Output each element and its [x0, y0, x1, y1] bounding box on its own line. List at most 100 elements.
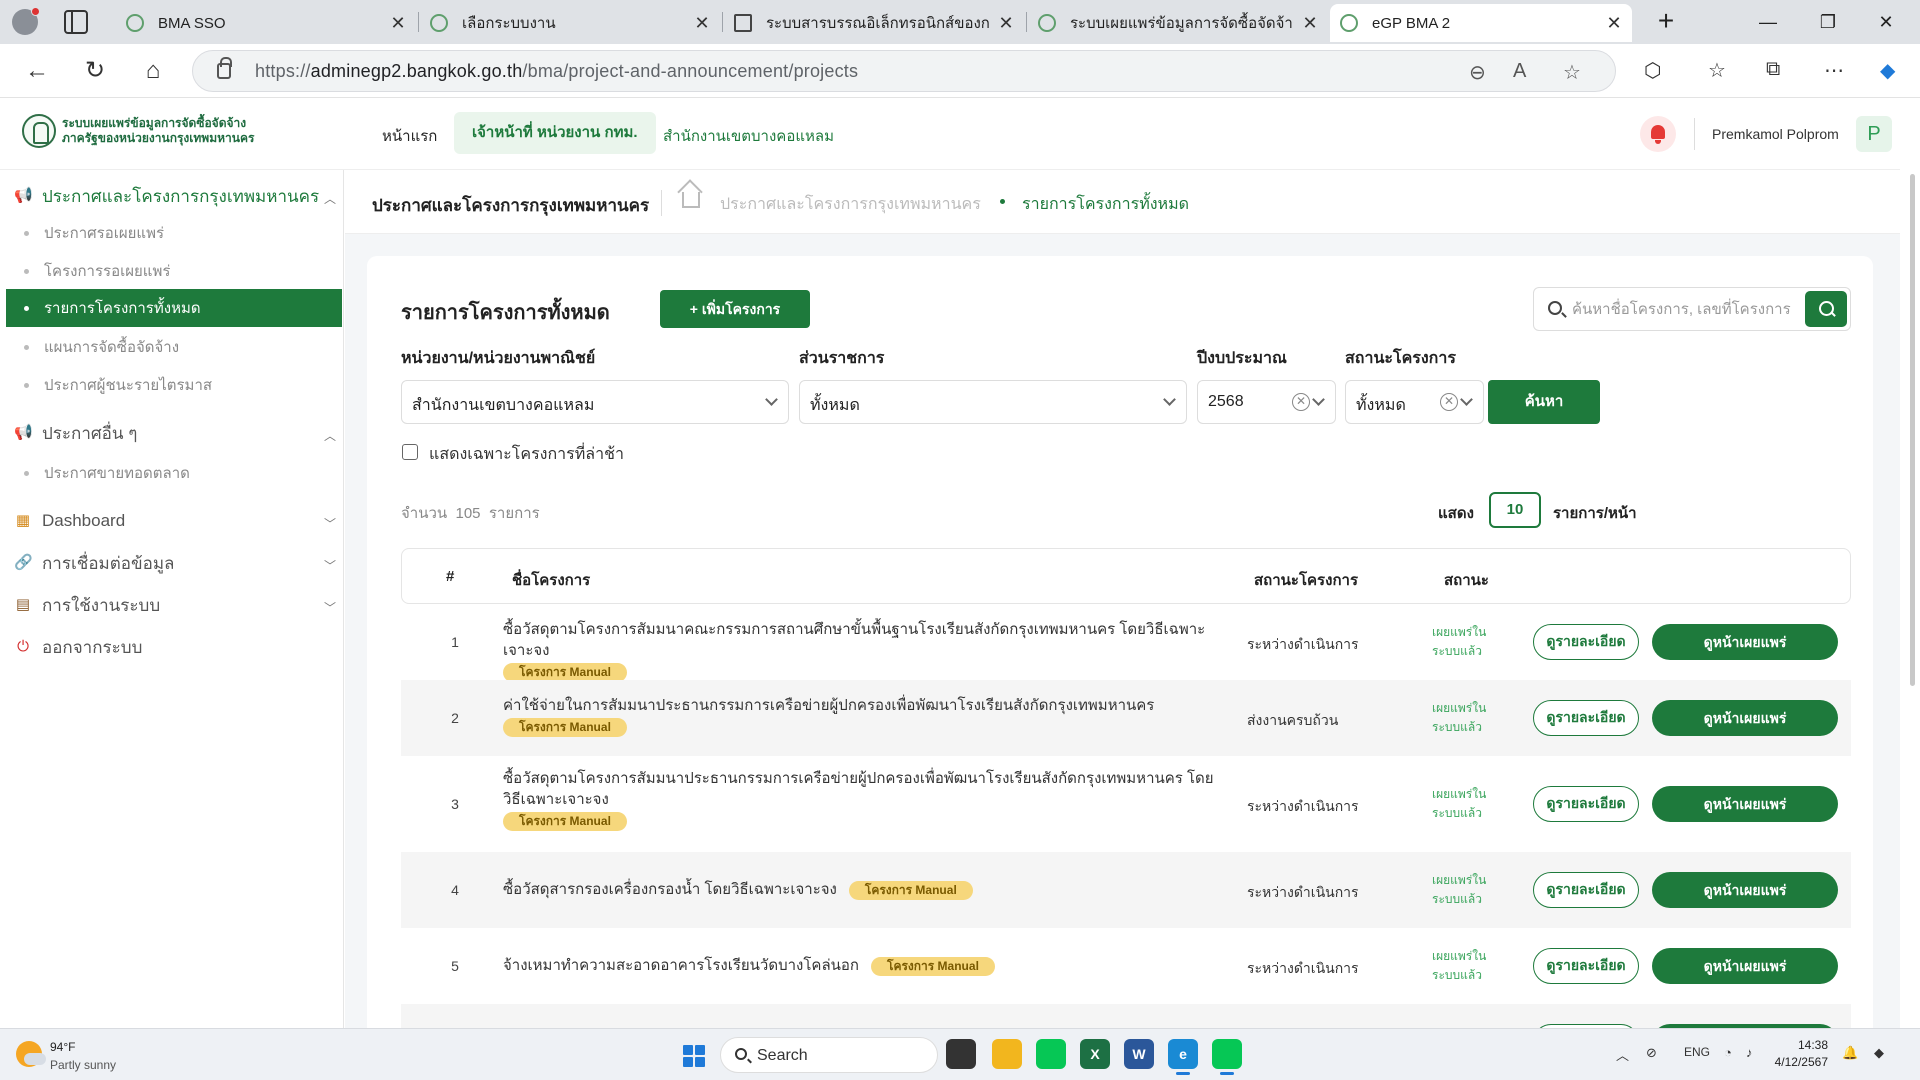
browser-tab-select-system[interactable]: เลือกระบบงาน ✕	[420, 4, 720, 42]
profile-button[interactable]	[8, 6, 42, 38]
late-only-checkbox[interactable]	[402, 444, 418, 460]
breadcrumb-parent[interactable]: ประกาศและโครงการกรุงเทพมหานคร	[720, 192, 981, 217]
weather-desc[interactable]: Partly sunny	[50, 1058, 116, 1072]
sidebar-item-procurement-plan[interactable]: แผนการจัดซื้อจัดจ้าง	[6, 328, 342, 366]
view-details-button[interactable]: ดูรายละเอียด	[1533, 872, 1639, 908]
reload-icon[interactable]: ↻	[80, 56, 110, 86]
sidebar-item-quarterly-winners[interactable]: ประกาศผู้ชนะรายไตรมาส	[6, 366, 342, 404]
sidebar-section-logout[interactable]: ⏻ ออกจากระบบ	[14, 632, 336, 662]
home-icon[interactable]: ⌂	[138, 56, 168, 86]
add-project-button[interactable]: + เพิ่มโครงการ	[660, 290, 810, 328]
page-size-select[interactable]: 10	[1489, 492, 1541, 528]
volume-icon[interactable]: ♪	[1746, 1045, 1753, 1060]
fiscal-year-select[interactable]: 2568 ✕	[1197, 380, 1336, 424]
agency-select[interactable]: สำนักงานเขตบางคอแหลม	[401, 380, 789, 424]
view-published-button[interactable]: ดูหน้าเผยแพร่	[1652, 872, 1838, 908]
tab-actions-icon[interactable]	[64, 10, 88, 34]
nav-office[interactable]: สำนักงานเขตบางคอแหลม	[663, 124, 834, 148]
sidebar-item-pending-projects[interactable]: โครงการรอเผยแพร่	[6, 252, 342, 290]
bell-icon[interactable]	[1640, 116, 1676, 152]
close-window-button[interactable]: ✕	[1866, 6, 1906, 38]
sidebar-item-auction[interactable]: ประกาศขายทอดตลาด	[6, 454, 342, 492]
project-name[interactable]: ซื้อวัสดุตามโครงการสัมมนาคณะกรรมการสถานศ…	[503, 619, 1223, 682]
project-status-select[interactable]: ทั้งหมด ✕	[1345, 380, 1484, 424]
sidebar-section-system-usage[interactable]: ▤ การใช้งานระบบ ﹀	[14, 590, 336, 620]
view-details-button[interactable]: ดูรายละเอียด	[1533, 624, 1639, 660]
nav-home[interactable]: หน้าแรก	[382, 124, 437, 148]
word-icon[interactable]: W	[1124, 1039, 1154, 1069]
sidebar-section-dashboard[interactable]: ▦ Dashboard ﹀	[14, 506, 336, 536]
view-published-button[interactable]: ดูหน้าเผยแพร่	[1652, 786, 1838, 822]
late-only-label[interactable]: แสดงเฉพาะโครงการที่ล่าช้า	[429, 442, 624, 467]
view-details-button[interactable]: ดูรายละเอียด	[1533, 786, 1639, 822]
view-published-button[interactable]: ดูหน้าเผยแพร่	[1652, 700, 1838, 736]
project-name[interactable]: จ้างเหมาทำความสะอาดอาคารโรงเรียนวัดบางโค…	[503, 955, 1223, 976]
edge-icon[interactable]: e	[1168, 1039, 1198, 1075]
line-app-icon[interactable]	[1036, 1039, 1066, 1069]
chevron-up-icon[interactable]: ︿	[1616, 1045, 1629, 1064]
project-name[interactable]: ซื้อวัสดุสารกรองเครื่องกรองน้ำ โดยวิธีเฉ…	[503, 879, 1223, 900]
wifi-icon[interactable]: ◔	[1724, 1045, 1732, 1060]
more-icon[interactable]: ⋯	[1824, 58, 1844, 83]
search-input[interactable]	[1572, 296, 1804, 322]
clear-icon[interactable]: ✕	[1440, 393, 1458, 411]
sidebar-section-data-connection[interactable]: 🔗 การเชื่อมต่อข้อมูล ﹀	[14, 548, 336, 578]
view-details-button[interactable]: ดูรายละเอียด	[1533, 948, 1639, 984]
browser-tab-e-document[interactable]: ระบบสารบรรณอิเล็กทรอนิกส์ของกรุงเ ✕	[724, 4, 1024, 42]
nav-role[interactable]: เจ้าหน้าที่ หน่วยงาน กทม.	[454, 112, 656, 154]
taskbar-search[interactable]: Search	[720, 1037, 938, 1073]
close-icon[interactable]: ✕	[1302, 13, 1318, 34]
excel-icon[interactable]: X	[1080, 1039, 1110, 1069]
close-icon[interactable]: ✕	[390, 13, 406, 34]
view-details-button[interactable]: ดูรายละเอียด	[1533, 700, 1639, 736]
favorites-icon[interactable]: ☆	[1708, 58, 1726, 83]
url-field[interactable]: https://adminegp2.bangkok.go.th/bma/proj…	[192, 50, 1616, 92]
sidebar-item-pending-announcements[interactable]: ประกาศรอเผยแพร่	[6, 214, 342, 252]
clear-icon[interactable]: ✕	[1292, 393, 1310, 411]
search-button[interactable]: ค้นหา	[1488, 380, 1600, 424]
task-view-icon[interactable]	[946, 1039, 976, 1069]
clock[interactable]: 14:38 4/12/2567	[1760, 1037, 1828, 1071]
user-name[interactable]: Premkamol Polprom	[1712, 126, 1839, 142]
collections-icon[interactable]: ⧉	[1766, 58, 1780, 81]
home-icon[interactable]	[682, 192, 700, 208]
favorite-star-icon[interactable]: ☆	[1563, 60, 1581, 85]
avatar[interactable]: P	[1856, 116, 1892, 152]
copilot-icon[interactable]: ◆	[1880, 58, 1895, 83]
minimize-button[interactable]: —	[1748, 6, 1788, 38]
page-scrollbar[interactable]	[1900, 170, 1920, 1028]
notification-bell-icon[interactable]: 🔔	[1842, 1045, 1858, 1061]
browser-tab-bma-sso[interactable]: BMA SSO ✕	[116, 4, 416, 42]
sidebar-section-other-announcements[interactable]: 📢 ประกาศอื่น ๆ ︿	[14, 418, 336, 448]
copilot-icon[interactable]: ◆	[1874, 1045, 1884, 1061]
project-name[interactable]: ซื้อวัสดุตามโครงการสัมมนาประธานกรรมการเค…	[503, 768, 1223, 831]
browser-tab-egp-bma2[interactable]: eGP BMA 2 ✕	[1330, 4, 1632, 42]
start-button[interactable]	[683, 1045, 705, 1067]
weather-icon[interactable]	[16, 1041, 46, 1067]
sidebar-section-announcements[interactable]: 📢 ประกาศและโครงการกรุงเทพมหานคร ︿	[14, 181, 336, 211]
close-icon[interactable]: ✕	[1606, 13, 1622, 34]
back-icon[interactable]: ←	[22, 56, 52, 86]
extensions-icon[interactable]: ⬡	[1644, 58, 1661, 83]
file-explorer-icon[interactable]	[992, 1039, 1022, 1069]
close-icon[interactable]: ✕	[998, 13, 1014, 34]
bma-logo[interactable]	[22, 114, 56, 148]
lock-icon[interactable]	[217, 57, 232, 79]
view-published-button[interactable]: ดูหน้าเผยแพร่	[1652, 948, 1838, 984]
new-tab-button[interactable]: +	[1650, 6, 1682, 38]
weather-temp[interactable]: 94°F	[50, 1040, 75, 1054]
read-aloud-icon[interactable]: A	[1513, 60, 1526, 83]
network-status-icon[interactable]: ⊘	[1646, 1045, 1657, 1061]
restore-button[interactable]: ❐	[1808, 6, 1848, 38]
division-select[interactable]: ทั้งหมด	[799, 380, 1187, 424]
project-name[interactable]: ค่าใช้จ่ายในการสัมมนาประธานกรรมการเครือข…	[503, 695, 1223, 737]
scrollbar-thumb[interactable]	[1910, 174, 1915, 686]
close-icon[interactable]: ✕	[694, 13, 710, 34]
zoom-icon[interactable]: ⊖	[1469, 60, 1486, 85]
view-published-button[interactable]: ดูหน้าเผยแพร่	[1652, 624, 1838, 660]
search-submit-button[interactable]	[1805, 291, 1847, 327]
browser-tab-procurement[interactable]: ระบบเผยแพร่ข้อมูลการจัดซื้อจัดจ้างภ ✕	[1028, 4, 1328, 42]
sidebar-item-all-projects[interactable]: รายการโครงการทั้งหมด	[6, 289, 342, 327]
line-app-icon[interactable]	[1212, 1039, 1242, 1075]
language-indicator[interactable]: ENG	[1684, 1045, 1710, 1059]
